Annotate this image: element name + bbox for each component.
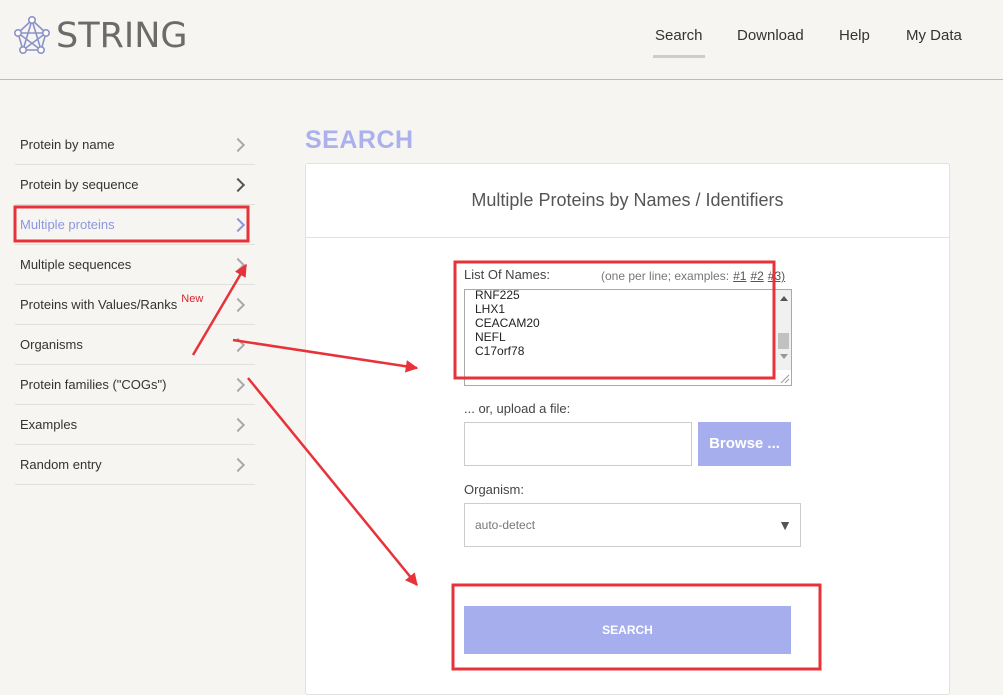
dropdown-caret-icon: ▼	[778, 517, 792, 533]
nav-help[interactable]: Help	[839, 27, 870, 44]
chevron-right-icon	[230, 377, 246, 393]
file-path-field[interactable]	[464, 422, 692, 466]
sidebar-item-label: Random entry	[20, 457, 102, 472]
search-button[interactable]: SEARCH	[464, 606, 791, 654]
example-link-1[interactable]: #1	[733, 269, 746, 283]
nav-search[interactable]: Search	[653, 27, 705, 58]
sidebar-item-label: Multiple sequences	[20, 257, 132, 272]
chevron-right-icon	[230, 177, 246, 193]
name-entry: C17orf78	[475, 344, 525, 358]
resize-grip-icon[interactable]	[778, 372, 790, 384]
nav-my-data[interactable]: My Data	[906, 27, 962, 44]
names-list: RNF225 LHX1 CEACAM20 NEFL C17orf78	[475, 289, 540, 358]
string-logo-icon[interactable]	[12, 16, 52, 56]
sidebar-item-proteins-with-values[interactable]: Proteins with Values/Ranks New	[15, 285, 255, 325]
name-entry: NEFL	[475, 330, 506, 344]
chevron-right-icon	[230, 337, 246, 353]
upload-label: ... or, upload a file:	[464, 401, 571, 416]
organism-select-value: auto-detect	[475, 518, 536, 532]
nav-download[interactable]: Download	[737, 27, 804, 44]
sidebar-item-protein-families[interactable]: Protein families ("COGs")	[15, 365, 255, 405]
sidebar-item-label: Protein by sequence	[20, 177, 139, 192]
chevron-right-icon	[230, 257, 246, 273]
chevron-right-icon	[230, 457, 246, 473]
organism-label: Organism:	[464, 482, 524, 497]
scroll-up-arrow-icon[interactable]	[780, 296, 788, 301]
browse-button[interactable]: Browse ...	[698, 422, 791, 466]
names-hint-text: (one per line; examples:	[601, 269, 730, 283]
example-link-2[interactable]: #2	[750, 269, 763, 283]
names-textarea[interactable]: RNF225 LHX1 CEACAM20 NEFL C17orf78	[464, 289, 792, 386]
page-title: SEARCH	[305, 126, 414, 154]
top-bar: STRING Search Download Help My Data	[0, 0, 1003, 80]
sidebar-item-label: Examples	[20, 417, 78, 432]
scroll-thumb[interactable]	[778, 333, 789, 349]
sidebar-item-label: Multiple proteins	[20, 217, 115, 232]
sidebar-item-label: Organisms	[20, 337, 83, 352]
sidebar-item-protein-by-sequence[interactable]: Protein by sequence	[15, 165, 255, 205]
chevron-right-icon	[230, 137, 246, 153]
example-link-3[interactable]: #3)	[768, 269, 785, 283]
name-entry: LHX1	[475, 302, 506, 316]
sidebar-item-multiple-proteins[interactable]: Multiple proteins	[15, 205, 255, 245]
search-card: Multiple Proteins by Names / Identifiers…	[305, 163, 950, 695]
sidebar-item-organisms[interactable]: Organisms	[15, 325, 255, 365]
chevron-right-icon	[230, 297, 246, 313]
new-badge: New	[181, 293, 204, 305]
sidebar-item-random-entry[interactable]: Random entry	[15, 445, 255, 485]
scroll-down-arrow-icon[interactable]	[780, 354, 788, 359]
names-hint: (one per line; examples: #1 #2 #3)	[601, 269, 785, 283]
sidebar-item-examples[interactable]: Examples	[15, 405, 255, 445]
organism-select[interactable]: auto-detect ▼	[464, 503, 801, 547]
sidebar-item-multiple-sequences[interactable]: Multiple sequences	[15, 245, 255, 285]
textarea-scrollbar[interactable]	[776, 290, 791, 370]
chevron-right-icon	[230, 417, 246, 433]
sidebar-item-label: Protein by name	[20, 137, 115, 152]
logo-text[interactable]: STRING	[56, 16, 188, 56]
sidebar-item-protein-by-name[interactable]: Protein by name	[15, 125, 255, 165]
sidebar-item-label: Proteins with Values/Ranks	[20, 297, 178, 312]
names-label: List Of Names:	[464, 267, 550, 282]
chevron-right-icon	[230, 217, 246, 233]
name-entry: CEACAM20	[475, 316, 540, 330]
card-title: Multiple Proteins by Names / Identifiers	[306, 164, 949, 238]
name-entry: RNF225	[475, 289, 520, 302]
sidebar: Protein by name Protein by sequence Mult…	[15, 125, 255, 485]
sidebar-item-label: Protein families ("COGs")	[20, 377, 167, 392]
